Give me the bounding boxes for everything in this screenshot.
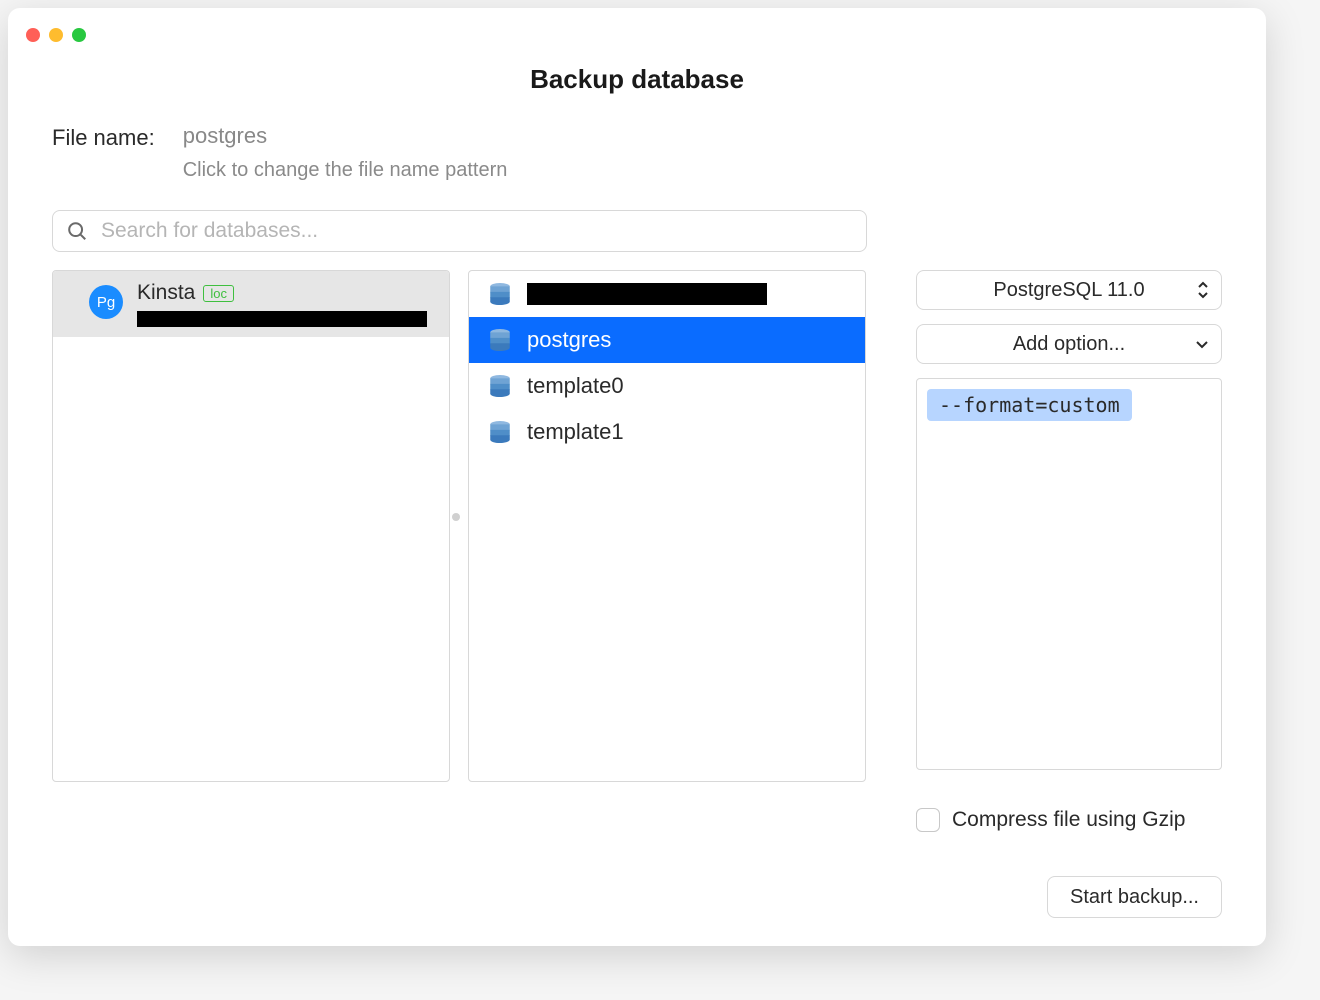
filename-right: postgres Click to change the file name p… <box>183 123 508 182</box>
updown-chevron-icon <box>1197 281 1209 299</box>
server-name-row: Kinsta loc <box>137 281 437 305</box>
database-item[interactable] <box>469 271 865 317</box>
window-title: Backup database <box>8 64 1266 95</box>
database-item-template1[interactable]: template1 <box>469 409 865 455</box>
add-option-select[interactable]: Add option... <box>916 324 1222 364</box>
database-name: template0 <box>527 373 624 399</box>
titlebar <box>8 8 1266 36</box>
minimize-window-button[interactable] <box>49 28 63 42</box>
window-controls <box>26 28 86 42</box>
database-icon <box>487 327 513 353</box>
server-text: Kinsta loc <box>137 281 437 327</box>
add-option-label: Add option... <box>1013 333 1125 356</box>
search-input[interactable] <box>52 210 867 252</box>
database-name: template1 <box>527 419 624 445</box>
filename-hint: Click to change the file name pattern <box>183 159 508 182</box>
filename-label: File name: <box>52 123 155 151</box>
search-icon <box>66 220 88 242</box>
panel-resize-handle[interactable] <box>452 513 460 521</box>
option-chip-format[interactable]: --format=custom <box>927 389 1132 421</box>
database-icon <box>487 281 513 307</box>
backup-database-window: Backup database File name: postgres Clic… <box>8 8 1266 946</box>
version-select-value: PostgreSQL 11.0 <box>993 279 1144 302</box>
database-item-template0[interactable]: template0 <box>469 363 865 409</box>
start-backup-button[interactable]: Start backup... <box>1047 876 1222 918</box>
footer: Start backup... <box>8 852 1266 946</box>
version-select[interactable]: PostgreSQL 11.0 <box>916 270 1222 310</box>
filename-row: File name: postgres Click to change the … <box>52 123 1222 182</box>
server-name: Kinsta <box>137 281 195 305</box>
server-item-kinsta[interactable]: Pg Kinsta loc <box>53 271 449 337</box>
database-icon <box>487 373 513 399</box>
servers-panel[interactable]: Pg Kinsta loc <box>52 270 450 782</box>
chevron-down-icon <box>1195 337 1209 351</box>
close-window-button[interactable] <box>26 28 40 42</box>
databases-panel[interactable]: postgres template0 <box>468 270 866 782</box>
filename-value[interactable]: postgres <box>183 123 508 149</box>
gzip-row: Compress file using Gzip <box>916 808 1222 832</box>
options-column: PostgreSQL 11.0 Add option... --format=c… <box>916 270 1222 832</box>
database-name-redacted <box>527 283 767 305</box>
options-panel[interactable]: --format=custom <box>916 378 1222 770</box>
database-icon <box>487 419 513 445</box>
database-name: postgres <box>527 327 611 353</box>
maximize-window-button[interactable] <box>72 28 86 42</box>
gzip-label: Compress file using Gzip <box>952 808 1185 832</box>
location-badge: loc <box>203 285 234 302</box>
search-wrapper <box>52 210 867 252</box>
postgres-badge-icon: Pg <box>89 285 123 319</box>
content-area: File name: postgres Click to change the … <box>8 95 1266 852</box>
panels-row: Pg Kinsta loc <box>52 270 1222 832</box>
gzip-checkbox[interactable] <box>916 808 940 832</box>
server-connection-string-redacted <box>137 311 427 327</box>
database-item-postgres[interactable]: postgres <box>469 317 865 363</box>
